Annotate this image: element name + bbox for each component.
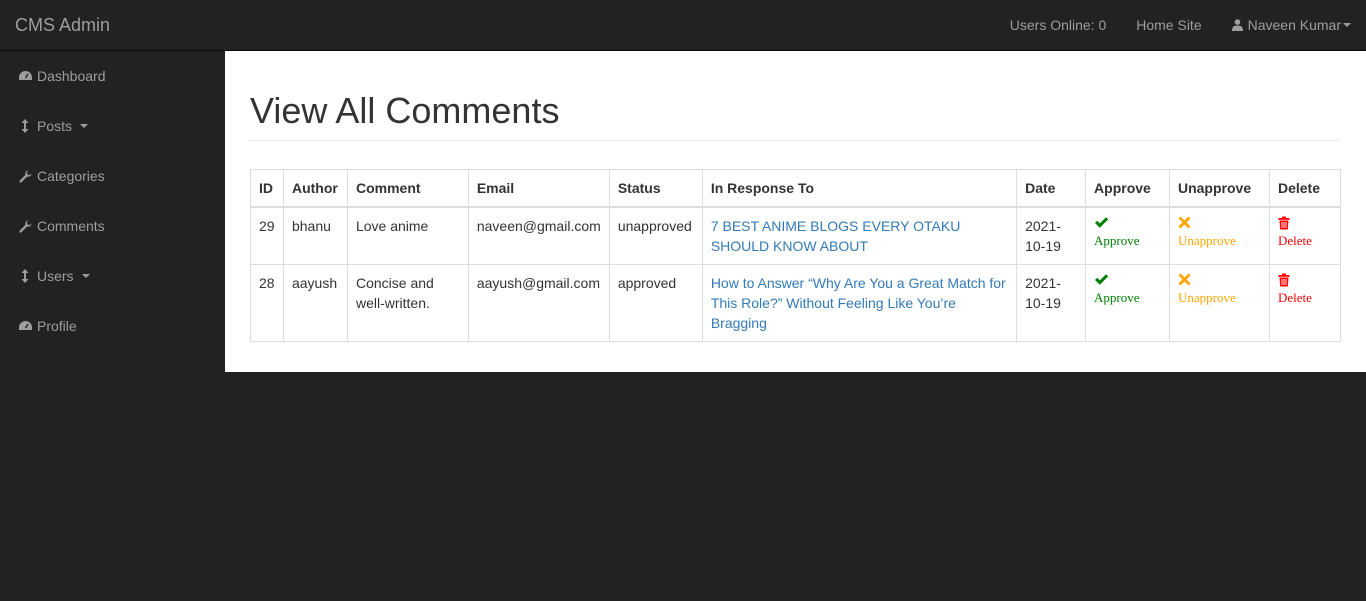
cell-response: How to Answer “Why Are You a Great Match… (701, 264, 1018, 342)
trash-icon (1278, 216, 1312, 233)
unapprove-label: Unapprove (1177, 290, 1236, 305)
navbar-right: Users Online: 0 Home Site Naveen Kumar (995, 0, 1366, 50)
cell-unapprove: Unapprove (1168, 206, 1270, 265)
unapprove-label: Unapprove (1177, 233, 1236, 248)
sidebar-item-users[interactable]: Users (0, 251, 225, 301)
cell-status: unapproved (608, 206, 703, 265)
sidebar-item-profile[interactable]: Profile (0, 301, 225, 351)
user-name: Naveen Kumar (1247, 17, 1341, 33)
times-icon (1178, 216, 1236, 233)
cell-delete: Delete (1268, 206, 1342, 265)
sidebar-item-dashboard[interactable]: Dashboard (0, 51, 225, 101)
cell-author: aayush (282, 264, 348, 342)
trash-icon (1278, 273, 1312, 290)
column-header: Date (1016, 169, 1087, 208)
arrows-v-icon (17, 119, 33, 133)
column-header: Approve (1085, 169, 1170, 208)
brand-link[interactable]: CMS Admin (15, 15, 110, 35)
column-header: In Response To (701, 169, 1018, 208)
dashboard-icon (17, 320, 33, 332)
cell-approve: Approve (1085, 206, 1170, 265)
sidebar-item-categories[interactable]: Categories (0, 151, 225, 201)
cell-date: 2021-10-19 (1016, 206, 1087, 265)
sidebar-item-label: Categories (37, 168, 105, 184)
dashboard-icon (17, 70, 33, 82)
wrench-icon (17, 170, 33, 183)
cell-approve: Approve (1085, 264, 1170, 342)
top-navbar: CMS Admin Users Online: 0 Home Site Nave… (0, 0, 1366, 51)
approve-label: Approve (1094, 290, 1140, 305)
cell-id: 29 (250, 206, 284, 265)
wrench-icon (17, 220, 33, 233)
cell-id: 28 (250, 264, 284, 342)
cell-comment: Love anime (346, 206, 469, 265)
cell-email: naveen@gmail.com (467, 206, 610, 265)
cell-date: 2021-10-19 (1016, 264, 1087, 342)
delete-button[interactable]: Delete (1278, 216, 1312, 249)
delete-label: Delete (1277, 290, 1312, 305)
times-icon (1178, 273, 1236, 290)
users-online-indicator: Users Online: 0 (1009, 17, 1107, 33)
column-header: Email (467, 169, 610, 208)
approve-button[interactable]: Approve (1094, 216, 1140, 249)
chevron-down-icon (80, 124, 89, 128)
cell-delete: Delete (1268, 264, 1342, 342)
cell-response: 7 BEST ANIME BLOGS EVERY OTAKU SHOULD KN… (701, 206, 1018, 265)
post-link[interactable]: How to Answer “Why Are You a Great Match… (711, 275, 1006, 331)
user-dropdown[interactable]: Naveen Kumar (1217, 0, 1366, 50)
delete-button[interactable]: Delete (1278, 273, 1312, 306)
column-header: Status (608, 169, 703, 208)
table-row: 29 bhanu Love anime naveen@gmail.com una… (250, 206, 1342, 265)
table-header-row: ID Author Comment Email Status In Respon… (250, 169, 1342, 208)
page-title: View All Comments (250, 91, 1341, 141)
sidebar-item-label: Users (37, 268, 74, 284)
sidebar-item-comments[interactable]: Comments (0, 201, 225, 251)
home-site-link[interactable]: Home Site (1121, 0, 1216, 50)
user-icon (1231, 19, 1244, 31)
sidebar-item-posts[interactable]: Posts (0, 101, 225, 151)
column-header: Unapprove (1168, 169, 1270, 208)
sidebar: Dashboard Posts Categories Comments User… (0, 51, 225, 601)
cell-unapprove: Unapprove (1168, 264, 1270, 342)
column-header: ID (250, 169, 284, 208)
table-row: 28 aayush Concise and well-written. aayu… (250, 264, 1342, 342)
approve-label: Approve (1094, 233, 1140, 248)
sidebar-item-label: Dashboard (37, 68, 106, 84)
column-header: Comment (346, 169, 469, 208)
check-icon (1094, 216, 1140, 233)
chevron-down-icon (81, 274, 90, 278)
main-content: View All Comments ID Author Comment Emai… (225, 51, 1366, 372)
column-header: Author (282, 169, 348, 208)
column-header: Delete (1268, 169, 1342, 208)
cell-email: aayush@gmail.com (467, 264, 610, 342)
approve-button[interactable]: Approve (1094, 273, 1140, 306)
sidebar-item-label: Profile (37, 318, 77, 334)
check-icon (1094, 273, 1140, 290)
delete-label: Delete (1277, 233, 1312, 248)
cell-status: approved (608, 264, 703, 342)
sidebar-item-label: Comments (37, 218, 105, 234)
comments-table: ID Author Comment Email Status In Respon… (250, 169, 1342, 342)
cell-author: bhanu (282, 206, 348, 265)
unapprove-button[interactable]: Unapprove (1178, 216, 1236, 249)
post-link[interactable]: 7 BEST ANIME BLOGS EVERY OTAKU SHOULD KN… (711, 218, 961, 254)
unapprove-button[interactable]: Unapprove (1178, 273, 1236, 306)
arrows-v-icon (17, 269, 33, 283)
chevron-down-icon (1343, 23, 1351, 27)
sidebar-item-label: Posts (37, 118, 73, 134)
cell-comment: Concise and well-written. (346, 264, 469, 342)
